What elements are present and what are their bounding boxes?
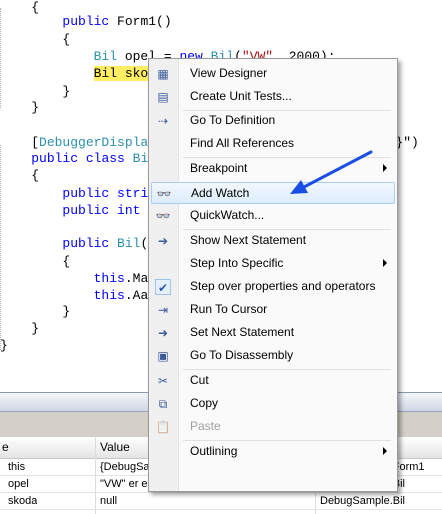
annotation-arrow	[290, 150, 373, 194]
